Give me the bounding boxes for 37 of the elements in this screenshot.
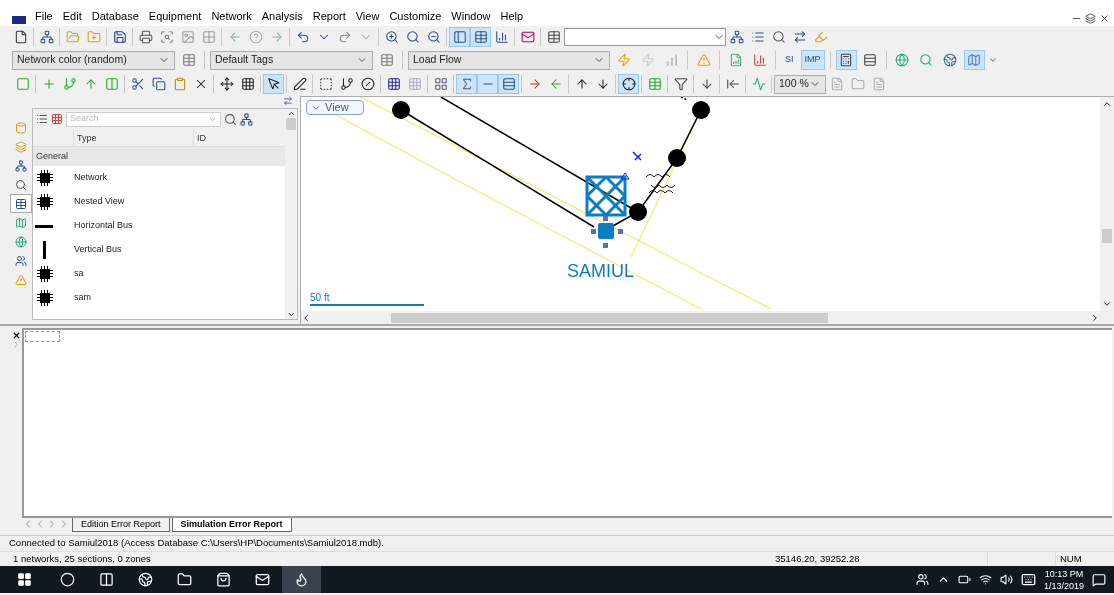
catalog-item[interactable]: sa <box>74 267 84 281</box>
catalog-item[interactable]: Network <box>74 171 107 185</box>
clock-time[interactable]: 10:13 PM <box>1044 567 1084 580</box>
zoom-dropdown[interactable]: 100 % <box>774 74 826 94</box>
menu-item[interactable]: Network <box>206 7 257 24</box>
status-message: Connected to Samiul2018 (Access Database C:\Users\HP\Documents\Samiul2018.mdb). <box>9 536 384 551</box>
network-canvas[interactable]: View SAMIUL 50 ft <box>301 97 1100 311</box>
catalog-item[interactable]: Horizontal Bus <box>74 219 133 233</box>
menu-item[interactable]: Database <box>86 7 144 24</box>
report-tab[interactable]: Edition Error Report <box>72 518 170 532</box>
network-color-dropdown[interactable]: Network color (random) <box>12 50 175 70</box>
clock-date[interactable]: 1/13/2019 <box>1043 579 1084 592</box>
menu-item[interactable]: Report <box>307 7 351 24</box>
menu-item[interactable]: Analysis <box>256 7 308 24</box>
menu-item[interactable]: View <box>350 7 385 24</box>
catalog-item[interactable]: Nested View <box>74 195 125 209</box>
menu-item[interactable]: Edit <box>57 7 87 24</box>
scale-label: 50 ft <box>310 291 330 305</box>
status-summary: 1 networks, 25 sections, 0 zones <box>13 551 152 566</box>
analysis-dropdown[interactable]: Load Flow <box>408 50 610 70</box>
tags-dropdown[interactable]: Default Tags <box>210 50 373 70</box>
menu-item[interactable]: File <box>30 7 58 24</box>
group-header[interactable]: General <box>33 147 285 166</box>
unit-toggle[interactable]: SI <box>781 50 798 70</box>
column-header[interactable]: ID <box>194 129 285 146</box>
menu-item[interactable]: Customize <box>384 7 447 24</box>
unit-toggle[interactable]: IMP <box>800 50 825 70</box>
menu-item[interactable]: Help <box>495 7 529 24</box>
status-indicator: NUM <box>1059 551 1083 566</box>
menu-item[interactable]: Equipment <box>143 7 207 24</box>
view-button[interactable]: View <box>306 100 364 115</box>
node-label: SAMIUL <box>567 260 635 283</box>
report-tab[interactable]: Simulation Error Report <box>171 518 292 532</box>
column-header[interactable]: Type <box>74 129 194 146</box>
catalog-item[interactable]: Vertical Bus <box>74 243 122 257</box>
catalog-item[interactable]: sam <box>74 291 91 305</box>
menu-item[interactable]: Window <box>446 7 496 24</box>
